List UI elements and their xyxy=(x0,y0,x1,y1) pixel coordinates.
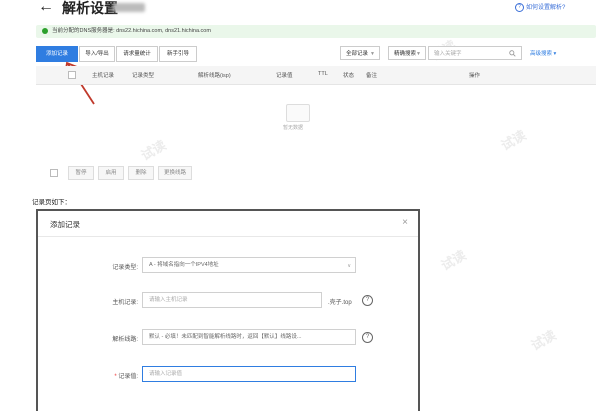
status-dot-icon xyxy=(42,27,48,34)
line-value: 默认 - 必填！未匹配到智能解析线路时，返回【默认】线路设... xyxy=(149,334,302,340)
record-type-value: A - 将域名指向一个IPV4地址 xyxy=(149,262,219,268)
search-mode-value: 精确搜索 xyxy=(394,51,417,57)
chevron-down-icon: ∨ xyxy=(347,263,351,269)
footer-select-checkbox[interactable] xyxy=(50,169,58,177)
watermark: 试读 xyxy=(438,247,469,274)
advanced-search-label: 高级搜索 xyxy=(530,51,553,57)
dialog-divider xyxy=(38,236,418,237)
pause-button[interactable]: 暂停 xyxy=(68,166,94,180)
back-arrow-icon[interactable]: ← xyxy=(38,0,54,16)
line-label: 解析线路: xyxy=(112,337,138,343)
host-record-input[interactable]: 请输入主机记录 xyxy=(142,292,322,308)
request-stats-button[interactable]: 请求量统计 xyxy=(116,46,158,62)
host-record-label: 主机记录: xyxy=(112,300,138,306)
column-line[interactable]: 解析线路(isp) xyxy=(198,71,231,79)
question-icon[interactable]: ? xyxy=(362,332,373,343)
record-type-label: 记录类型: xyxy=(112,265,138,271)
help-circle-icon: ? xyxy=(515,2,524,12)
question-icon[interactable]: ? xyxy=(362,295,373,306)
add-record-dialog: 添加记录 × 记录类型: A - 将域名指向一个IPV4地址 ∨ 主机记录: 请输… xyxy=(36,209,420,411)
watermark: 试读 xyxy=(528,327,559,354)
delete-button[interactable]: 删除 xyxy=(128,166,154,180)
line-select[interactable]: 默认 - 必填！未匹配到智能解析线路时，返回【默认】线路设... xyxy=(142,329,356,345)
record-value-input[interactable]: 请输入记录值 xyxy=(142,366,356,382)
column-actions: 操作 xyxy=(469,73,481,79)
new-guide-button[interactable]: 新手引导 xyxy=(159,46,197,62)
record-value-label: * 记录值: xyxy=(78,371,138,380)
record-type-select[interactable]: A - 将域名指向一个IPV4地址 ∨ xyxy=(142,257,356,273)
search-mode-select[interactable]: 精确搜索 ▼ xyxy=(388,46,426,60)
search-icon[interactable] xyxy=(509,50,516,57)
column-host[interactable]: 主机记录 xyxy=(92,71,114,79)
dialog-title: 添加记录 xyxy=(50,220,80,229)
domain-suffix: .壳子.top xyxy=(328,300,352,306)
watermark: 试读 xyxy=(498,127,529,154)
empty-state-text: 暂无数据 xyxy=(283,125,304,131)
column-ttl: TTL xyxy=(318,71,328,77)
chevron-down-icon: ▾ xyxy=(553,51,557,57)
dns-notice-text: 当前分配的DNS服务器是: dns22.hichina.com, dns21.h… xyxy=(52,28,211,34)
search-placeholder: 输入关键字 xyxy=(434,51,462,57)
page-title: 解析设置 xyxy=(62,0,118,16)
dns-notice-bar: 当前分配的DNS服务器是: dns22.hichina.com, dns21.h… xyxy=(36,25,596,38)
close-icon[interactable]: × xyxy=(402,217,408,228)
advanced-search-link[interactable]: 高级搜索 ▾ xyxy=(530,49,556,57)
required-mark: * xyxy=(114,374,117,380)
enable-button[interactable]: 启用 xyxy=(98,166,124,180)
record-filter-select[interactable]: 全部记录 ▼ xyxy=(340,46,380,60)
section-label: 记录页如下： xyxy=(32,199,71,206)
chevron-down-icon: ▼ xyxy=(370,51,375,57)
watermark: 试读 xyxy=(138,137,169,164)
chevron-down-icon: ▼ xyxy=(416,51,421,57)
record-value-label-text: 记录值: xyxy=(118,374,138,380)
column-type[interactable]: 记录类型 xyxy=(132,71,154,79)
change-line-button[interactable]: 更换线路 xyxy=(158,166,192,180)
column-value: 记录值 xyxy=(276,73,293,79)
select-all-checkbox[interactable] xyxy=(68,71,76,79)
blurred-domain xyxy=(113,3,145,12)
help-link-label: 如何设置解析? xyxy=(526,5,566,11)
search-input[interactable]: 输入关键字 xyxy=(428,46,522,60)
column-remark: 备注 xyxy=(366,73,378,79)
records-table-header: 主机记录 记录类型 解析线路(isp) 记录值 TTL 状态 备注 操作 xyxy=(36,66,596,85)
record-filter-value: 全部记录 xyxy=(346,51,369,57)
help-link[interactable]: ? 如何设置解析? xyxy=(515,2,565,12)
column-status: 状态 xyxy=(343,73,355,79)
empty-box-icon xyxy=(286,104,310,122)
